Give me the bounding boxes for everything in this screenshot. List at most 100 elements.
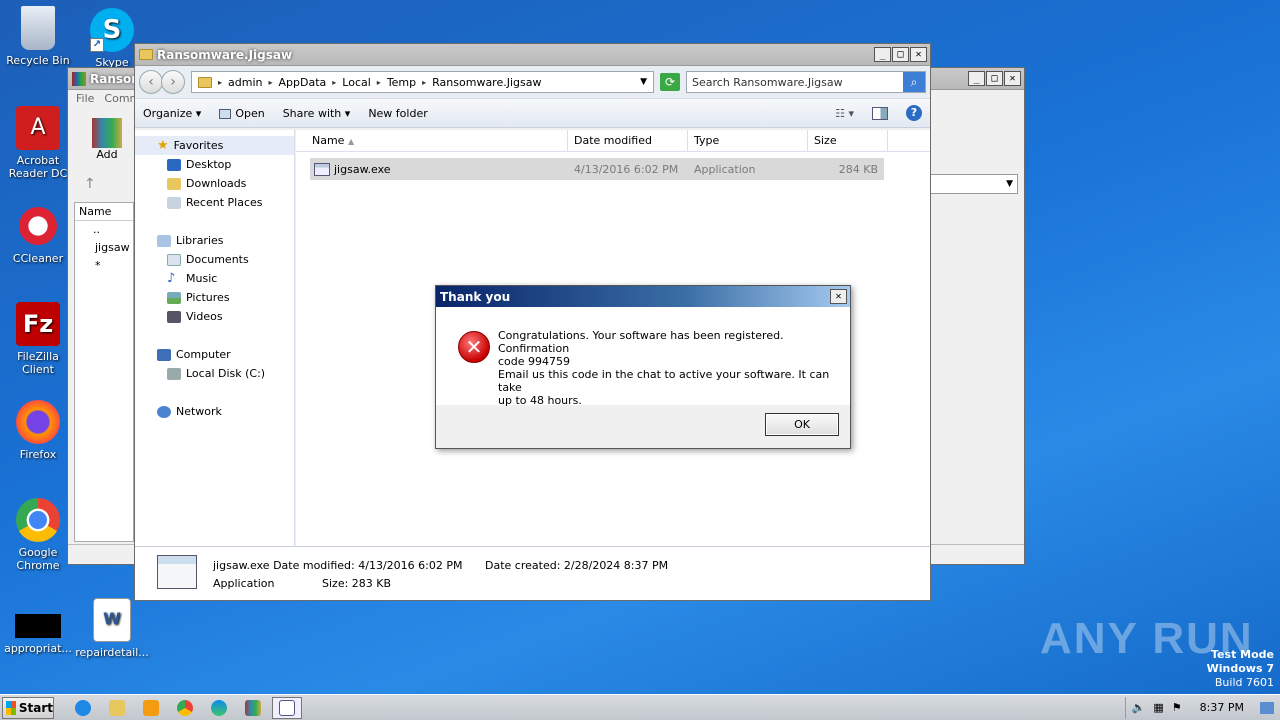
details-file-icon [157, 555, 197, 589]
winrar-icon [245, 699, 261, 716]
folder-icon [139, 49, 153, 60]
close-button[interactable]: ✕ [830, 289, 847, 304]
menu-file[interactable]: File [76, 90, 94, 108]
back-add-tool[interactable]: Add [90, 118, 124, 161]
nav-favorites[interactable]: ★ Favorites [135, 136, 294, 155]
folder-icon [109, 699, 125, 716]
search-icon[interactable]: ⌕ [903, 72, 925, 92]
speaker-icon[interactable]: 🔈 [1132, 701, 1146, 714]
dialog-message-line4: up to 48 hours. [498, 394, 582, 407]
libraries-icon [157, 234, 171, 247]
help-icon[interactable]: ? [906, 105, 922, 121]
chevron-down-icon[interactable]: ▼ [640, 77, 647, 87]
show-desktop-icon[interactable] [1260, 701, 1274, 714]
ok-button[interactable]: OK [765, 413, 839, 436]
close-button[interactable]: ✕ [1004, 71, 1021, 86]
open-button[interactable]: Open [219, 107, 265, 120]
nav-desktop[interactable]: Desktop [135, 155, 294, 174]
chevron-right-icon[interactable]: ▸ [332, 78, 336, 87]
black-file-icon [15, 614, 61, 638]
flag-icon[interactable]: ⚑ [1172, 701, 1182, 714]
nav-recent-places[interactable]: Recent Places [135, 193, 294, 212]
back-row-parent[interactable]: .. [75, 221, 133, 239]
col-header-date-modified[interactable]: Date modified [568, 130, 688, 151]
file-size: 284 KB [838, 162, 878, 176]
chevron-right-icon[interactable]: ▸ [377, 78, 381, 87]
minimize-button[interactable]: _ [874, 47, 891, 62]
explorer-titlebar[interactable]: Ransomware.Jigsaw _ □ ✕ [135, 44, 930, 66]
nav-local-disk[interactable]: Local Disk (C:) [135, 364, 294, 383]
filezilla-icon: Fz [16, 302, 60, 346]
network-tray-icon[interactable]: ▦ [1153, 701, 1163, 714]
desktop-icon-repairdetail[interactable]: W repairdetail... [74, 598, 150, 659]
nav-documents[interactable]: Documents [135, 250, 294, 269]
address-bar[interactable]: ▸ admin ▸ AppData ▸ Local ▸ Temp ▸ Ranso… [191, 71, 654, 93]
taskbar-edge[interactable] [204, 697, 234, 719]
nav-music[interactable]: ♪ Music [135, 269, 294, 288]
back-row-jigsaw[interactable]: jigsaw * [75, 239, 133, 272]
add-label: Add [96, 148, 118, 161]
close-button[interactable]: ✕ [910, 47, 927, 62]
test-mode-text: Test Mode Windows 7 Build 7601 [1206, 648, 1274, 689]
new-folder-button[interactable]: New folder [368, 107, 427, 120]
desktop-icon-filezilla[interactable]: Fz FileZilla Client [0, 302, 76, 376]
nav-libraries[interactable]: Libraries [135, 231, 294, 250]
up-arrow-icon[interactable]: ↑ [84, 176, 96, 192]
nav-pictures[interactable]: Pictures [135, 288, 294, 307]
col-header-size[interactable]: Size [808, 130, 888, 151]
thank-you-dialog[interactable]: Thank you ✕ ✕ Congratulations. Your soft… [435, 285, 851, 449]
desktop-icon-ccleaner[interactable]: CCleaner [0, 204, 76, 265]
chevron-right-icon[interactable]: ▸ [422, 78, 426, 87]
dialog-title: Thank you [440, 289, 511, 304]
desktop-icon-recycle-bin[interactable]: Recycle Bin [0, 6, 76, 67]
search-input[interactable]: Search Ransomware.Jigsaw ⌕ [686, 71, 926, 93]
nav-downloads[interactable]: Downloads [135, 174, 294, 193]
ccleaner-icon [16, 204, 60, 248]
view-options-icon[interactable]: ☷ ▾ [835, 107, 854, 120]
desktop-icon-chrome[interactable]: Google Chrome [0, 498, 76, 572]
file-type: Application [694, 162, 756, 176]
desktop-icon-appropriat[interactable]: appropriat... [0, 614, 76, 655]
maximize-button[interactable]: □ [986, 71, 1003, 86]
sort-up-icon: ▲ [347, 137, 355, 146]
details-size-label: Size: [322, 577, 349, 590]
taskbar-ie[interactable] [68, 697, 98, 719]
desktop-icon-acrobat[interactable]: A Acrobat Reader DC [0, 106, 76, 180]
forward-arrow-icon[interactable]: › [161, 70, 185, 94]
chrome-icon [177, 699, 193, 716]
breadcrumb-temp[interactable]: Temp [387, 76, 416, 89]
taskbar-chrome[interactable] [170, 697, 200, 719]
breadcrumb-ransomware-jigsaw[interactable]: Ransomware.Jigsaw [432, 76, 541, 89]
chevron-right-icon[interactable]: ▸ [268, 78, 272, 87]
clock[interactable]: 8:37 PM [1200, 701, 1244, 714]
organize-button[interactable]: Organize ▾ [143, 107, 201, 120]
nav-computer[interactable]: Computer [135, 345, 294, 364]
minimize-button[interactable]: _ [968, 71, 985, 86]
refresh-icon[interactable]: ⟳ [660, 73, 680, 91]
nav-network[interactable]: Network [135, 402, 294, 421]
maximize-button[interactable]: □ [892, 47, 909, 62]
taskbar-explorer[interactable] [102, 697, 132, 719]
desktop-icon-label: Google Chrome [16, 546, 60, 572]
breadcrumb-appdata[interactable]: AppData [279, 76, 327, 89]
file-row-jigsaw[interactable]: jigsaw.exe 4/13/2016 6:02 PM Application… [310, 158, 884, 180]
breadcrumb-admin[interactable]: admin [228, 76, 262, 89]
taskbar-winrar[interactable] [238, 697, 268, 719]
col-header-type[interactable]: Type [688, 130, 808, 151]
start-button[interactable]: Start [2, 696, 54, 719]
desktop-icon-firefox[interactable]: Firefox [0, 400, 76, 461]
winrar-icon [72, 71, 86, 86]
dialog-titlebar[interactable]: Thank you ✕ [436, 286, 850, 307]
share-with-button[interactable]: Share with ▾ [283, 107, 351, 120]
preview-pane-icon[interactable] [872, 106, 888, 120]
nav-videos[interactable]: Videos [135, 307, 294, 326]
back-col-name[interactable]: Name [75, 203, 133, 221]
chevron-right-icon[interactable]: ▸ [218, 78, 222, 87]
back-arrow-icon[interactable]: ‹ [139, 70, 163, 94]
details-pane: jigsaw.exe Date modified: 4/13/2016 6:02… [135, 546, 930, 600]
col-header-name[interactable]: Name ▲ [296, 130, 568, 151]
taskbar-media-player[interactable] [136, 697, 166, 719]
back-dropdown[interactable]: ▼ [926, 174, 1018, 194]
breadcrumb-local[interactable]: Local [342, 76, 371, 89]
taskbar-active-window[interactable] [272, 696, 302, 719]
